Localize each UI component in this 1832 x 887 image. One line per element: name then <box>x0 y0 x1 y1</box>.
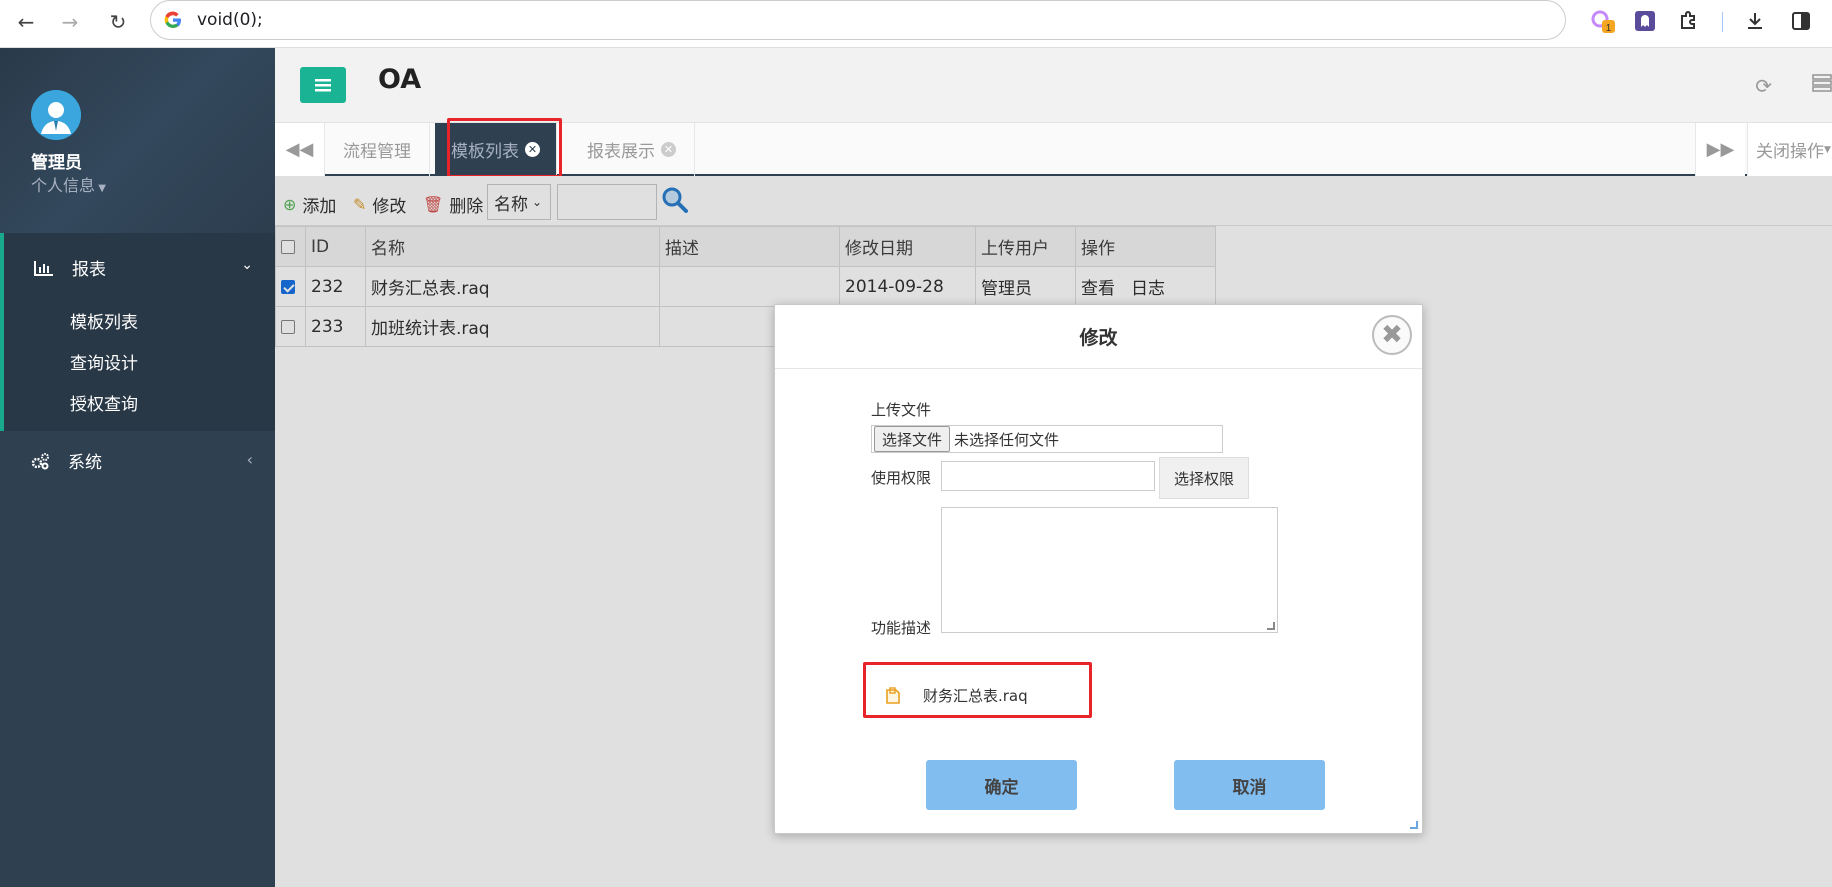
dialog-resize-icon[interactable] <box>1410 821 1418 829</box>
browser-toolbar: ← → ↻ void(0); 1 <box>0 0 1832 48</box>
upload-file-label: 上传文件 <box>871 401 932 419</box>
extension-icon[interactable]: 1 <box>1590 8 1616 34</box>
back-icon[interactable]: ← <box>12 8 40 36</box>
tab-report-display[interactable]: 报表展示 ✕ <box>569 123 695 176</box>
file-input[interactable]: 选择文件 未选择任何文件 <box>871 425 1223 453</box>
sidebar-item-query-design[interactable]: 查询设计 <box>70 349 138 374</box>
hamburger-icon <box>315 79 331 92</box>
avatar[interactable] <box>31 90 81 140</box>
tab-process-management[interactable]: 流程管理 <box>325 123 430 176</box>
menu-report-header[interactable]: 报表 <box>34 255 106 280</box>
address-bar[interactable]: void(0); <box>150 0 1566 40</box>
bar-chart-icon <box>34 260 53 276</box>
user-name: 管理员 <box>31 153 82 173</box>
profile-area: 管理员 个人信息 ▼ <box>0 48 275 233</box>
ok-button[interactable]: 确定 <box>926 760 1077 810</box>
caret-down-icon: ▼ <box>95 183 106 194</box>
user-info-dropdown[interactable]: 个人信息 ▼ <box>31 172 106 196</box>
chevron-left-icon: ‹ <box>246 450 253 469</box>
ghost-extension-icon[interactable] <box>1632 8 1658 34</box>
url-text: void(0); <box>197 10 263 30</box>
google-icon <box>164 11 181 29</box>
user-info-label: 个人信息 <box>31 176 96 195</box>
puzzle-icon[interactable] <box>1676 8 1702 34</box>
close-icon[interactable]: ✕ <box>661 142 676 157</box>
menu-toggle-button[interactable] <box>300 67 346 103</box>
side-panel-icon[interactable] <box>1788 8 1814 34</box>
dialog-title: 修改 <box>775 305 1422 369</box>
extension-badge: 1 <box>1606 23 1612 34</box>
caret-down-icon: ▼ <box>1824 144 1831 155</box>
reload-icon[interactable]: ↻ <box>104 8 132 36</box>
edit-dialog: 修改 ✖ 上传文件 选择文件 未选择任何文件 使用权限 选择权限 功能描述 财务… <box>774 304 1423 834</box>
permission-input[interactable] <box>941 461 1155 491</box>
select-permission-button[interactable]: 选择权限 <box>1159 457 1249 499</box>
sidebar-item-auth-query[interactable]: 授权查询 <box>70 390 138 415</box>
top-header: OA ⟳ <box>275 48 1832 123</box>
choose-file-button[interactable]: 选择文件 <box>874 426 951 452</box>
divider <box>1722 12 1723 32</box>
highlight-box-tab <box>447 118 562 178</box>
download-icon[interactable] <box>1742 8 1768 34</box>
server-icon[interactable] <box>1812 74 1832 97</box>
menu-report-label: 报表 <box>72 260 106 280</box>
permission-label: 使用权限 <box>871 469 932 487</box>
highlight-box-attachment <box>863 662 1092 718</box>
description-textarea[interactable] <box>941 507 1278 633</box>
description-label: 功能描述 <box>871 619 932 637</box>
chevron-down-icon: ⌄ <box>241 257 253 273</box>
tab-label: 报表展示 <box>587 142 655 162</box>
sidebar: 管理员 个人信息 ▼ 报表 ⌄ 模板列表 查询设计 授权查询 系统 ‹ <box>0 48 275 887</box>
page-title: OA <box>378 64 422 95</box>
gears-icon <box>31 452 49 469</box>
menu-system-label: 系统 <box>68 453 102 473</box>
no-file-text: 未选择任何文件 <box>954 430 1060 449</box>
tab-scroll-right-icon[interactable]: ▶▶ <box>1695 123 1745 176</box>
resize-handle-icon[interactable] <box>1267 622 1275 630</box>
tab-label: 流程管理 <box>343 142 411 162</box>
forward-icon[interactable]: → <box>56 8 84 36</box>
close-icon[interactable]: ✖ <box>1372 315 1412 355</box>
sidebar-item-template-list[interactable]: 模板列表 <box>70 308 138 333</box>
close-operations-dropdown[interactable]: 关闭操作 ▼ <box>1747 123 1832 176</box>
menu-system-header[interactable]: 系统 <box>30 448 102 473</box>
refresh-icon[interactable]: ⟳ <box>1755 74 1772 98</box>
menu-report: 报表 ⌄ 模板列表 查询设计 授权查询 <box>0 233 275 431</box>
tab-scroll-left-icon[interactable]: ◀◀ <box>275 123 325 176</box>
close-ops-label: 关闭操作 <box>1756 142 1824 162</box>
cancel-button[interactable]: 取消 <box>1174 760 1325 810</box>
